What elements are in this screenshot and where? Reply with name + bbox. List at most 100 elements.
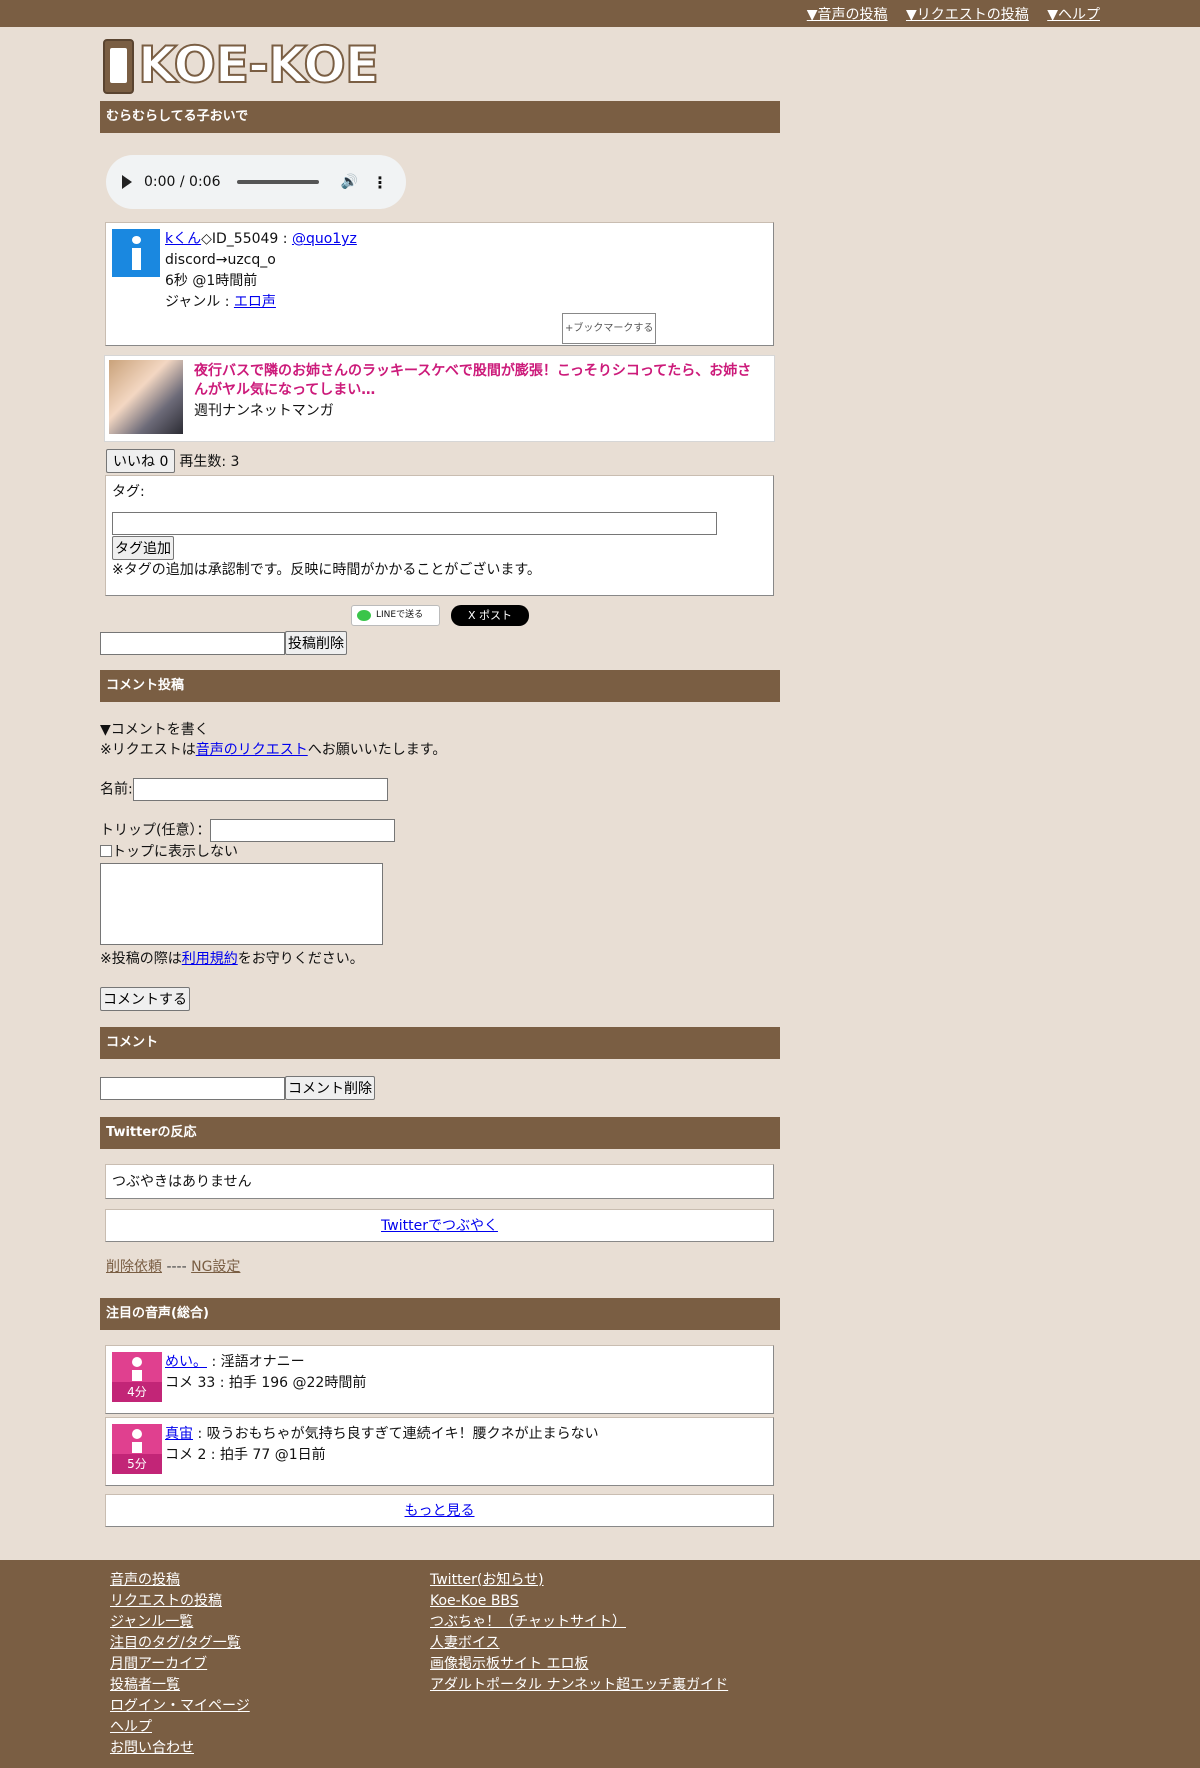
tag-input[interactable] — [112, 512, 717, 535]
like-button[interactable]: いいね 0 — [106, 449, 176, 473]
footer-col-2: Twitter(お知らせ) Koe-Koe BBS つぶちゃ！（チャットサイト）… — [430, 1570, 728, 1696]
footer-link[interactable]: 音声の投稿 — [110, 1570, 250, 1591]
featured-stats: コメ 33 : 拍手 196 @22時間前 — [165, 1375, 367, 1391]
nav-post-audio[interactable]: ▼音声の投稿 — [807, 7, 888, 23]
write-comment-label: ▼コメントを書く — [100, 722, 209, 738]
more-options-icon[interactable]: ⋮ — [372, 173, 388, 192]
delete-post-button[interactable]: 投稿削除 — [285, 631, 347, 655]
delete-comment-row: コメント削除 — [100, 1073, 780, 1103]
tags-note: ※タグの追加は承認制です。反映に時間がかかることがございます。 — [112, 562, 541, 578]
phone-icon — [103, 39, 134, 94]
genre-link[interactable]: エロ声 — [234, 294, 276, 310]
comment-form-header: コメント投稿 — [100, 670, 780, 702]
featured-item: 5分 真宙 : 吸うおもちゃが気持ち良すぎて連続イキ！腰クネが止まらない コメ … — [105, 1417, 774, 1486]
delete-comment-button[interactable]: コメント削除 — [285, 1076, 375, 1100]
delete-password-input[interactable] — [100, 631, 285, 655]
terms-link[interactable]: 利用規約 — [182, 951, 238, 967]
volume-icon[interactable]: 🔊 — [341, 174, 358, 190]
footer-link[interactable]: 投稿者一覧 — [110, 1675, 250, 1696]
like-row: いいね 0 再生数: 3 — [106, 449, 780, 473]
poster-card: kくん◇ID_55049 : @quo1yz discord→uzcq_o 6秒… — [105, 222, 774, 346]
featured-stats: コメ 2 : 拍手 77 @1日前 — [165, 1447, 326, 1463]
tags-card: タグ: タグ追加 ※タグの追加は承認制です。反映に時間がかかることがございます。 — [105, 475, 774, 596]
featured-title: : 吸うおもちゃが気持ち良すぎて連続イキ！腰クネが止まらない — [193, 1426, 599, 1442]
tweet-link[interactable]: Twitterでつぶやく — [381, 1218, 498, 1234]
main-content: KOE-KOE むらむらしてる子おいで 0:00 / 0:06 🔊 ⋮ kくん◇… — [100, 27, 780, 1527]
name-input[interactable] — [132, 778, 388, 801]
footer-link[interactable]: つぶちゃ！（チャットサイト） — [430, 1612, 728, 1633]
featured-author-link[interactable]: 真宙 — [165, 1426, 193, 1442]
trip-input[interactable] — [210, 819, 396, 842]
more-link[interactable]: もっと見る — [405, 1503, 475, 1519]
nav-post-request[interactable]: ▼リクエストの投稿 — [906, 7, 1029, 23]
ad-title[interactable]: 夜行バスで隣のお姉さんのラッキースケベで股間が膨張！こっそりシコってたら、お姉さ… — [194, 362, 754, 400]
top-bar: ▼音声の投稿 ▼リクエストの投稿 ▼ヘルプ — [0, 0, 1200, 27]
play-count: 再生数: 3 — [179, 454, 240, 470]
duration-badge: 4分 — [112, 1382, 162, 1402]
footer: 音声の投稿 リクエストの投稿 ジャンル一覧 注目のタグ/タグ一覧 月間アーカイブ… — [0, 1560, 1200, 1768]
author-handle-link[interactable]: @quo1yz — [292, 231, 357, 247]
hide-top-row: トップに表示しない — [100, 842, 780, 862]
top-nav: ▼音声の投稿 ▼リクエストの投稿 ▼ヘルプ — [793, 4, 1100, 24]
site-logo[interactable]: KOE-KOE — [100, 27, 780, 101]
hide-top-checkbox[interactable] — [100, 845, 112, 857]
play-icon[interactable] — [122, 175, 132, 189]
poster-line-3: 6秒 @1時間前 — [165, 273, 258, 289]
genre-label: ジャンル : — [165, 294, 234, 310]
delete-post-row: 投稿削除 — [100, 628, 780, 658]
footer-link[interactable]: 注目のタグ/タグ一覧 — [110, 1633, 250, 1654]
footer-col-1: 音声の投稿 リクエストの投稿 ジャンル一覧 注目のタグ/タグ一覧 月間アーカイブ… — [110, 1570, 250, 1759]
comment-textarea[interactable] — [100, 863, 383, 945]
request-note-prefix: ※リクエストは — [100, 742, 196, 758]
request-note-suffix: へお願いいたします。 — [307, 742, 447, 758]
twitter-header: Twitterの反応 — [100, 1117, 780, 1149]
terms-prefix: ※投稿の際は — [100, 951, 182, 967]
footer-link[interactable]: リクエストの投稿 — [110, 1591, 250, 1612]
footer-link[interactable]: Twitter(お知らせ) — [430, 1570, 728, 1591]
tag-add-button[interactable]: タグ追加 — [112, 536, 174, 560]
footer-link[interactable]: お問い合わせ — [110, 1738, 250, 1759]
footer-link[interactable]: Koe-Koe BBS — [430, 1591, 728, 1612]
ng-settings-link[interactable]: NG設定 — [191, 1259, 240, 1275]
audio-progress[interactable] — [236, 180, 319, 184]
comment-delete-input[interactable] — [100, 1076, 285, 1100]
request-note: ※リクエストは音声のリクエストへお願いいたします。 — [100, 740, 780, 760]
nav-help[interactable]: ▼ヘルプ — [1047, 7, 1100, 23]
bookmark-button[interactable]: +ブックマークする — [562, 313, 657, 344]
footer-link[interactable]: ジャンル一覧 — [110, 1612, 250, 1633]
audio-request-link[interactable]: 音声のリクエスト — [196, 742, 308, 758]
footer-link[interactable]: 人妻ボイス — [430, 1633, 728, 1654]
ad-banner[interactable]: 夜行バスで隣のお姉さんのラッキースケベで股間が膨張！こっそりシコってたら、お姉さ… — [104, 355, 775, 442]
more-card: もっと見る — [105, 1494, 774, 1527]
tweet-card: Twitterでつぶやく — [105, 1209, 774, 1242]
post-actions: 削除依頼 ---- NG設定 — [106, 1256, 780, 1276]
x-post-button[interactable]: X ポスト — [451, 605, 529, 626]
line-share-button[interactable]: LINEで送る — [351, 605, 440, 626]
comment-form: ▼コメントを書く ※リクエストは音声のリクエストへお願いいたします。 名前: ト… — [100, 702, 780, 1011]
name-row: 名前: — [100, 778, 780, 801]
footer-link[interactable]: ログイン・マイページ — [110, 1696, 250, 1717]
ad-source: 週刊ナンネットマンガ — [194, 403, 334, 419]
comment-submit-button[interactable]: コメントする — [100, 987, 190, 1011]
footer-link[interactable]: 画像掲示板サイト エロ板 — [430, 1654, 728, 1675]
audio-time: 0:00 / 0:06 — [144, 174, 221, 190]
featured-author-link[interactable]: めい。 — [165, 1354, 207, 1370]
footer-link[interactable]: ヘルプ — [110, 1717, 250, 1738]
hide-top-label: トップに表示しない — [112, 844, 238, 860]
footer-link[interactable]: 月間アーカイブ — [110, 1654, 250, 1675]
link-separator: ---- — [162, 1259, 192, 1275]
post-title: むらむらしてる子おいで — [100, 101, 780, 133]
footer-link[interactable]: アダルトポータル ナンネット超エッチ裏ガイド — [430, 1675, 728, 1696]
ad-thumbnail[interactable] — [109, 360, 183, 434]
logo-text: KOE-KOE — [137, 36, 380, 94]
author-link[interactable]: kくん — [165, 231, 201, 247]
info-avatar-icon — [112, 229, 160, 277]
poster-genre: ジャンル : エロ声 — [165, 292, 767, 313]
comments-header: コメント — [100, 1027, 780, 1059]
poster-line-1: kくん◇ID_55049 : @quo1yz — [165, 229, 767, 250]
tweets-empty: つぶやきはありません — [105, 1164, 774, 1199]
delete-request-link[interactable]: 削除依頼 — [106, 1259, 162, 1275]
featured-item: 4分 めい。 : 淫語オナニー コメ 33 : 拍手 196 @22時間前 — [105, 1345, 774, 1414]
audio-player[interactable]: 0:00 / 0:06 🔊 ⋮ — [106, 155, 406, 209]
featured-title: : 淫語オナニー — [207, 1354, 305, 1370]
